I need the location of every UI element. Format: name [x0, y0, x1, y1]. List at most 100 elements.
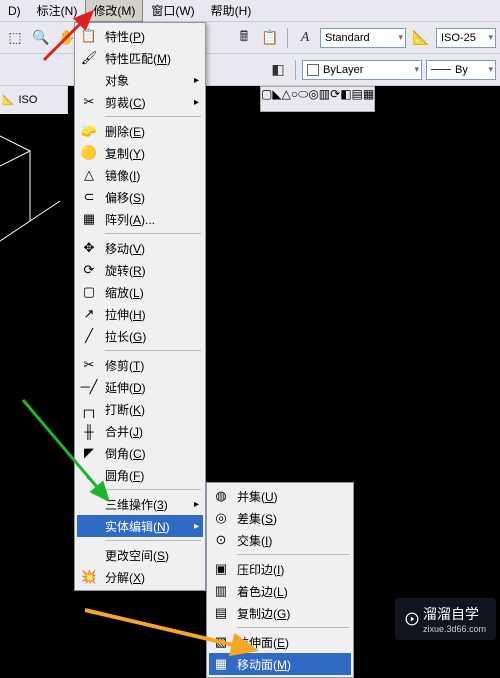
calculator-icon[interactable]: 🖩 [233, 27, 255, 49]
modify-icon-14: ↗ [79, 305, 99, 323]
watermark: 溜溜自学 zixue.3d66.com [395, 598, 496, 640]
modify-label-14: 拉伸(H) [105, 306, 185, 323]
modify-item-7[interactable]: △镜像(I) [77, 164, 203, 186]
modify-label-15: 拉长(G) [105, 328, 185, 345]
modify-item-3[interactable]: ✂ 剪裁(C) [77, 91, 203, 113]
extrude-icon[interactable]: ▥ [319, 87, 330, 111]
menubar: D) 标注(N) 修改(M) 窗口(W) 帮助(H) [0, 0, 500, 22]
modify-item-5[interactable]: 🧽删除(E) [77, 120, 203, 142]
modify-icon-22: ◟ [79, 466, 99, 484]
solidedit-label-1: 差集(S) [237, 510, 333, 527]
modify-item-13[interactable]: ▢缩放(L) [77, 281, 203, 303]
modify-item-14[interactable]: ↗ 拉伸(H) [77, 303, 203, 325]
solidedit-item-4[interactable]: ▣ 压印边(I) [209, 558, 351, 580]
zoom-window-icon[interactable]: ⬚ [4, 27, 26, 49]
modify-label-24: 三维操作(3) [105, 496, 185, 513]
solidedit-item-2[interactable]: ⊙ 交集(I) [209, 529, 351, 551]
modify-item-11[interactable]: ✥ 移动(V) [77, 237, 203, 259]
solidedit-label-4: 压印边(I) [237, 561, 333, 578]
solidedit-item-8[interactable]: ▧ 拉伸面(E) [209, 631, 351, 653]
modify-icon-21: ◤ [79, 444, 99, 462]
modify-icon-20: ╫ [79, 422, 99, 440]
interfere-icon[interactable]: ▦ [363, 87, 374, 111]
section-icon[interactable]: ▤ [352, 87, 363, 111]
solidedit-item-1[interactable]: ◎差集(S) [209, 507, 351, 529]
solidedit-icon-2: ⊙ [211, 531, 231, 549]
solidedit-icon-8: ▧ [211, 633, 231, 651]
solidedit-item-5[interactable]: ▥着色边(L) [209, 580, 351, 602]
modify-icon-24 [79, 495, 99, 513]
menu-item-modify[interactable]: 修改(M) [85, 0, 143, 22]
modify-item-18[interactable]: ─╱延伸(D) [77, 376, 203, 398]
revolve-icon[interactable]: ⟳ [330, 87, 340, 111]
modify-item-20[interactable]: ╫合并(J) [77, 420, 203, 442]
dimstyle-combo[interactable]: ISO-25 [436, 28, 496, 48]
wedge-icon[interactable]: ◣ [272, 87, 281, 111]
modify-item-19[interactable]: ┌┐ 打断(K) [77, 398, 203, 420]
solidedit-label-0: 并集(U) [237, 488, 333, 505]
modify-item-21[interactable]: ◤倒角(C) [77, 442, 203, 464]
color-combo[interactable]: ByLayer [302, 60, 422, 80]
cylinder-icon[interactable]: ⬭ [298, 87, 308, 111]
layer-icon[interactable]: ◧ [267, 59, 289, 81]
modify-item-17[interactable]: ✂修剪(T) [77, 354, 203, 376]
solidedit-label-2: 交集(I) [237, 532, 333, 549]
solidedit-item-9[interactable]: ▦移动面(M) [209, 653, 351, 675]
menu-item-window[interactable]: 窗口(W) [143, 0, 202, 22]
modify-item-0[interactable]: 📋 特性(P) [77, 25, 203, 47]
modify-label-27: 更改空间(S) [105, 547, 185, 564]
menu-item-d[interactable]: D) [0, 1, 29, 21]
menu-item-dimension[interactable]: 标注(N) [29, 0, 86, 22]
textstyle-icon[interactable]: A [294, 27, 316, 49]
modify-item-24[interactable]: 三维操作(3) [77, 493, 203, 515]
modify-label-11: 移动(V) [105, 240, 185, 257]
modify-icon-27 [79, 546, 99, 564]
linetype-combo[interactable]: By [426, 60, 496, 80]
modify-item-15[interactable]: ╱ 拉长(G) [77, 325, 203, 347]
modify-label-0: 特性(P) [105, 28, 185, 45]
modify-icon-3: ✂ [79, 93, 99, 111]
modify-label-19: 打断(K) [105, 401, 185, 418]
menu-item-help[interactable]: 帮助(H) [203, 0, 260, 22]
modify-icon-25 [79, 517, 99, 535]
sphere-icon[interactable]: ○ [291, 87, 298, 111]
cone-icon[interactable]: △ [282, 87, 291, 111]
modify-icon-0: 📋 [79, 27, 99, 45]
solidedit-label-9: 移动面(M) [237, 656, 333, 673]
modify-item-9[interactable]: ▦阵列(A)... [77, 208, 203, 230]
modify-icon-1: 🖌 [79, 49, 99, 67]
modify-label-3: 剪裁(C) [105, 94, 185, 111]
modify-item-22[interactable]: ◟圆角(F) [77, 464, 203, 486]
modify-label-6: 复制(Y) [105, 145, 185, 162]
solidedit-icon-4: ▣ [211, 560, 231, 578]
play-icon [405, 612, 419, 626]
solidedit-label-8: 拉伸面(E) [237, 634, 333, 651]
modify-item-12[interactable]: ⟳旋转(R) [77, 259, 203, 281]
torus-icon[interactable]: ◎ [308, 87, 318, 111]
modify-label-1: 特性匹配(M) [105, 50, 185, 67]
slice-icon[interactable]: ◧ [340, 87, 351, 111]
modify-item-27[interactable]: 更改空间(S) [77, 544, 203, 566]
modify-item-28[interactable]: 💥分解(X) [77, 566, 203, 588]
textstyle-combo[interactable]: Standard [320, 28, 406, 48]
modify-item-6[interactable]: 🟡 复制(Y) [77, 142, 203, 164]
modify-item-1[interactable]: 🖌 特性匹配(M) [77, 47, 203, 69]
modify-icon-19: ┌┐ [79, 400, 99, 418]
solidedit-item-0[interactable]: ◍并集(U) [209, 485, 351, 507]
modify-item-25[interactable]: 实体编辑(N) [77, 515, 203, 537]
modify-label-13: 缩放(L) [105, 284, 185, 301]
zoom-realtime-icon[interactable]: 🔍 [30, 27, 52, 49]
modify-icon-15: ╱ [79, 327, 99, 345]
dimstyle-icon[interactable]: 📐 [410, 27, 432, 49]
paste-icon[interactable]: 📋 [259, 27, 281, 49]
solidedit-item-6[interactable]: ▤复制边(G) [209, 602, 351, 624]
modify-label-12: 旋转(R) [105, 262, 185, 279]
modify-icon-28: 💥 [79, 568, 99, 586]
solidedit-icon-5: ▥ [211, 582, 231, 600]
modify-item-2[interactable]: 对象 [77, 69, 203, 91]
modify-icon-6: 🟡 [79, 144, 99, 162]
modify-icon-11: ✥ [79, 239, 99, 257]
modify-label-25: 实体编辑(N) [105, 518, 185, 535]
modify-item-8[interactable]: ⊂偏移(S) [77, 186, 203, 208]
box-icon[interactable]: ▢ [261, 87, 272, 111]
